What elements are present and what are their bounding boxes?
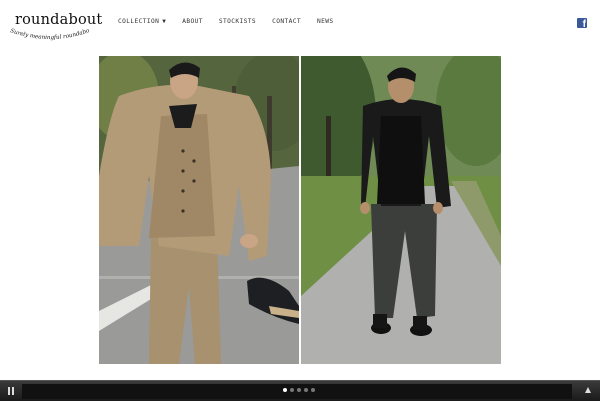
- nav-contact-label: CONTACT: [272, 18, 301, 25]
- nav-collection[interactable]: COLLECTION ▼: [118, 18, 166, 25]
- brand-logo[interactable]: roundabout Surely meaningful roundabout: [7, 11, 102, 43]
- photo-left-illustration: [99, 56, 299, 364]
- nav-contact[interactable]: CONTACT: [272, 18, 301, 25]
- nav-news-label: NEWS: [316, 18, 334, 25]
- slide-dot[interactable]: [283, 388, 287, 392]
- slide-dot[interactable]: [290, 388, 294, 392]
- svg-text:Surely meaningful roundabout: Surely meaningful roundabout: [7, 19, 91, 41]
- caret-down-icon: ▼: [162, 18, 167, 25]
- facebook-icon[interactable]: f: [577, 18, 587, 28]
- brand-tagline: Surely meaningful roundabout: [7, 19, 91, 41]
- main-nav: COLLECTION ▼ ABOUT STOCKISTS CONTACT NEW…: [118, 18, 349, 25]
- nav-about-label: ABOUT: [182, 18, 203, 25]
- brand-tagline-graphic: Surely meaningful roundabout: [7, 19, 91, 41]
- slide-dot[interactable]: [304, 388, 308, 392]
- facebook-glyph: f: [582, 19, 586, 29]
- nav-news[interactable]: NEWS: [317, 18, 334, 25]
- chevron-up-icon[interactable]: [585, 387, 591, 393]
- nav-collection-label: COLLECTION: [118, 18, 160, 25]
- lookbook-photo-left[interactable]: [99, 56, 299, 364]
- photo-right-illustration: [301, 56, 501, 364]
- slide-dot[interactable]: [297, 388, 301, 392]
- slide-pager: [283, 388, 318, 392]
- nav-stockists-label: STOCKISTS: [218, 18, 257, 25]
- pause-icon[interactable]: [7, 387, 15, 395]
- lookbook-photo-right[interactable]: [301, 56, 501, 364]
- nav-stockists[interactable]: STOCKISTS: [219, 18, 256, 25]
- slide-dot[interactable]: [311, 388, 315, 392]
- nav-about[interactable]: ABOUT: [182, 18, 203, 25]
